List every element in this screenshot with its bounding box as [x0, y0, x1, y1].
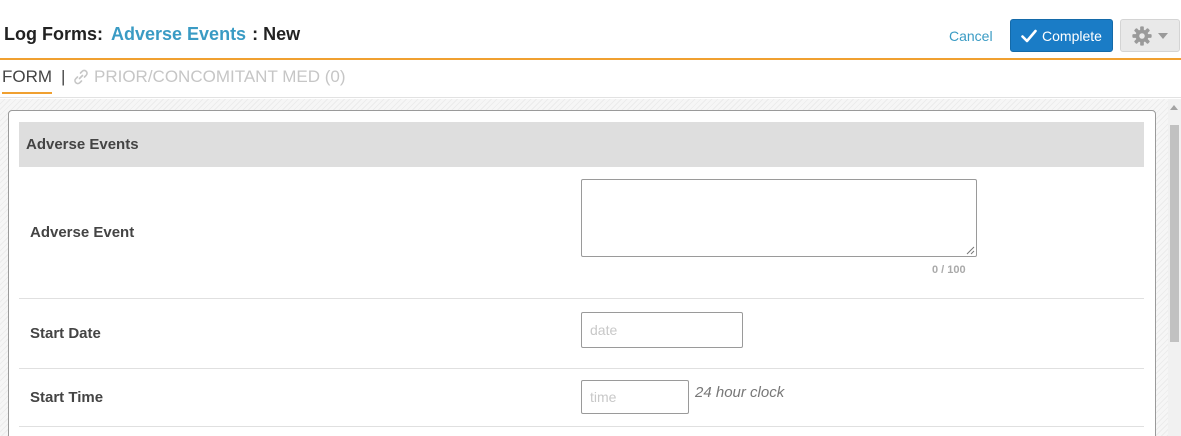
- time-format-hint: 24 hour clock: [695, 384, 785, 401]
- gear-icon: [1132, 25, 1152, 46]
- caret-down-icon: [1158, 32, 1168, 39]
- cancel-link[interactable]: Cancel: [949, 28, 993, 44]
- character-counter: 0 / 100: [932, 264, 966, 276]
- scroll-up-arrow-icon[interactable]: [1170, 105, 1178, 110]
- tab-prior-concomitant-med[interactable]: PRIOR/CONCOMITANT MED (0): [72, 67, 346, 87]
- scrollbar-thumb[interactable]: [1170, 125, 1179, 342]
- section-header: Adverse Events: [19, 122, 1144, 167]
- start-time-input[interactable]: [581, 380, 689, 414]
- field-label-start-date: Start Date: [30, 325, 101, 342]
- tab-divider: |: [61, 67, 66, 86]
- settings-menu-button[interactable]: [1120, 19, 1180, 52]
- title-suffix: : New: [252, 24, 301, 44]
- page-title: Log Forms: Adverse Events : New: [4, 24, 300, 45]
- complete-button[interactable]: Complete: [1010, 19, 1113, 52]
- field-label-start-time: Start Time: [30, 389, 104, 406]
- complete-label: Complete: [1042, 27, 1102, 44]
- vertical-scrollbar[interactable]: [1168, 99, 1181, 436]
- page-header: Log Forms: Adverse Events : New Cancel Com…: [0, 0, 1181, 60]
- title-prefix: Log Forms:: [4, 24, 103, 44]
- form-name-link[interactable]: Adverse Events: [111, 24, 246, 44]
- field-label-adverse-event: Adverse Event: [30, 224, 135, 241]
- adverse-event-textarea[interactable]: [581, 179, 977, 257]
- start-date-input[interactable]: [581, 312, 743, 348]
- checkmark-icon: [1021, 29, 1037, 42]
- resize-grip-icon[interactable]: [965, 245, 975, 255]
- section-title: Adverse Events: [26, 136, 139, 153]
- link-icon: [74, 69, 88, 85]
- form-tabs: FORM | PRIOR/CONCOMITANT MED (0): [0, 62, 1181, 98]
- tab-prior-label: PRIOR/CONCOMITANT MED (0): [94, 67, 346, 86]
- tab-form[interactable]: FORM: [2, 67, 53, 94]
